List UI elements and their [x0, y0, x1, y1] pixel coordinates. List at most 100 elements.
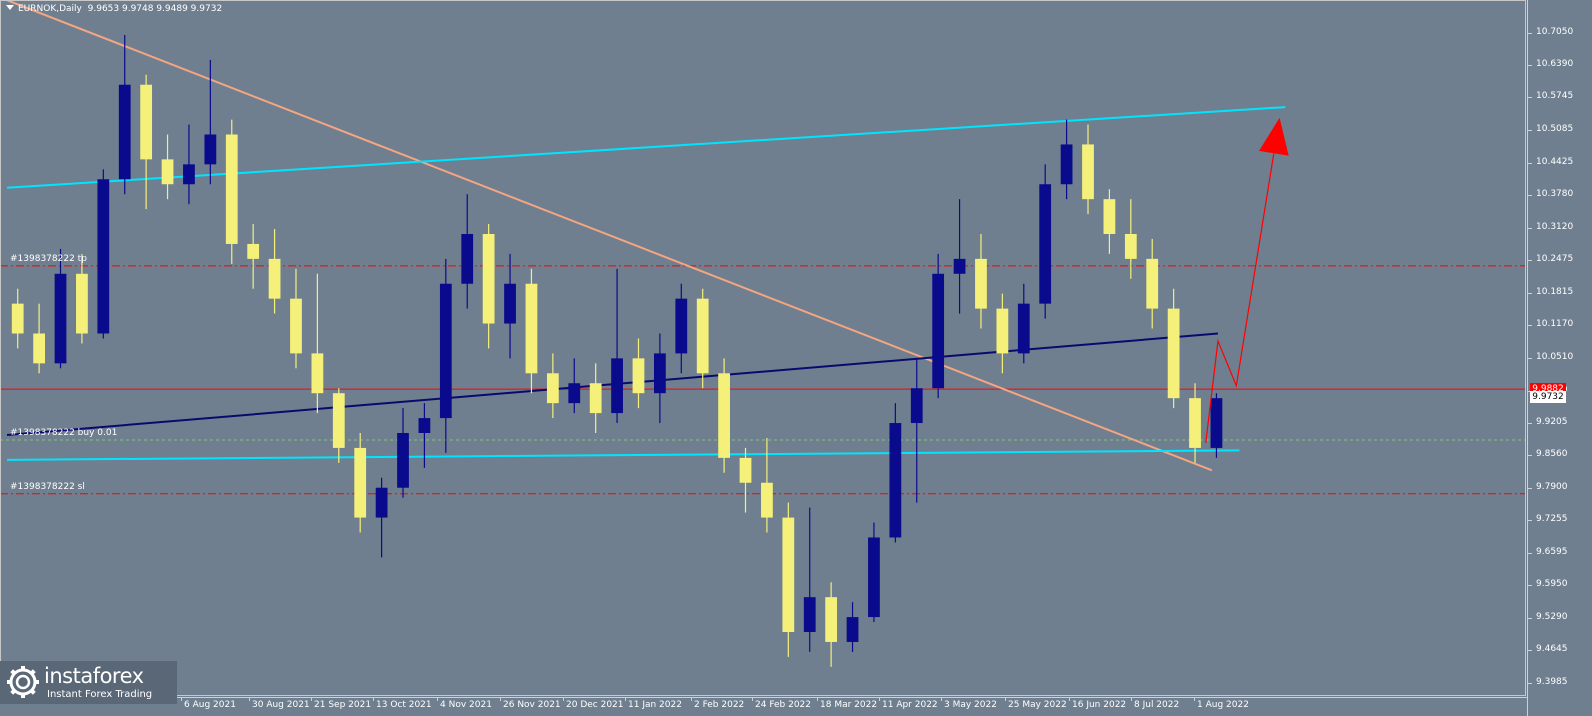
candle[interactable]	[803, 507, 816, 652]
candle[interactable]	[846, 602, 859, 652]
candle-body	[332, 393, 345, 448]
candle[interactable]	[546, 353, 559, 419]
candle[interactable]	[290, 268, 302, 369]
candle[interactable]	[825, 582, 838, 667]
candle[interactable]	[1146, 238, 1159, 329]
candle[interactable]	[504, 253, 516, 359]
candle[interactable]	[739, 447, 752, 513]
candle[interactable]	[183, 124, 195, 205]
candle[interactable]	[675, 283, 688, 374]
candle-body	[803, 597, 816, 633]
xtick-label: 24 Feb 2022	[755, 700, 812, 710]
xtick-label: 18 Mar 2022	[820, 700, 878, 710]
ytick-label: 10.4425	[1536, 157, 1574, 168]
ytick-mark	[1527, 325, 1532, 327]
candle[interactable]	[354, 432, 367, 533]
candle[interactable]	[1210, 393, 1223, 458]
chart-area[interactable]: EURNOK,Daily 9.9653 9.9748 9.9489 9.9732…	[0, 0, 1592, 716]
candle-body	[225, 134, 238, 244]
ytick-mark	[1527, 422, 1532, 424]
candle[interactable]	[611, 268, 623, 424]
candle[interactable]	[1017, 283, 1030, 364]
candle-body	[718, 373, 730, 458]
ytick-label: 9.4645	[1536, 643, 1568, 654]
ytick-mark	[1527, 65, 1532, 67]
logo-name: instaforex	[44, 664, 144, 688]
xtick-mark	[373, 697, 374, 701]
xtick-label: 6 Aug 2021	[184, 700, 236, 710]
candle[interactable]	[868, 522, 880, 623]
ytick-label: 9.8560	[1536, 448, 1568, 459]
candle[interactable]	[910, 358, 923, 503]
trendline-lower-channel[interactable]	[6, 449, 1240, 461]
candle[interactable]	[1060, 119, 1073, 200]
candle[interactable]	[568, 358, 581, 414]
xtick-label: 11 Apr 2022	[882, 700, 938, 710]
candle[interactable]	[653, 333, 666, 424]
ytick-mark	[1527, 617, 1532, 619]
candle[interactable]	[953, 199, 966, 314]
candle-body	[354, 447, 367, 518]
candle[interactable]	[247, 224, 260, 289]
triangle-down-icon	[6, 5, 14, 10]
ytick-mark	[1527, 454, 1532, 456]
candle-body	[825, 597, 838, 642]
candle[interactable]	[718, 358, 730, 473]
candle[interactable]	[97, 169, 110, 339]
candle[interactable]	[761, 437, 773, 533]
candle[interactable]	[54, 248, 67, 369]
trendline-downtrend-line[interactable]	[6, 0, 1213, 472]
candle[interactable]	[1082, 124, 1094, 215]
ytick-label: 9.7255	[1536, 513, 1568, 524]
candle[interactable]	[311, 273, 324, 414]
candle[interactable]	[118, 34, 131, 195]
candle[interactable]	[1103, 189, 1116, 254]
ytick-mark	[1527, 487, 1532, 489]
candle[interactable]	[375, 477, 388, 558]
candle[interactable]	[161, 134, 174, 200]
candle-body	[1103, 199, 1116, 234]
candle[interactable]	[461, 194, 474, 309]
candle[interactable]	[33, 303, 45, 374]
candle[interactable]	[397, 408, 409, 498]
candle[interactable]	[11, 288, 24, 349]
ytick-label: 10.0510	[1536, 351, 1574, 362]
candle[interactable]	[975, 233, 987, 329]
candle[interactable]	[418, 403, 431, 468]
xtick-mark	[563, 697, 564, 701]
candle[interactable]	[589, 363, 602, 433]
candle-body	[975, 258, 987, 309]
candle[interactable]	[525, 268, 538, 394]
candle[interactable]	[1124, 199, 1137, 279]
candle-body	[1146, 258, 1159, 309]
xtick-label: 21 Sep 2021	[314, 700, 372, 710]
ytick-label: 10.5745	[1536, 91, 1574, 102]
candle[interactable]	[932, 253, 945, 399]
xtick-mark	[1005, 697, 1006, 701]
candle-body	[482, 233, 495, 324]
candle[interactable]	[76, 253, 88, 344]
xtick-mark	[941, 697, 942, 701]
candle[interactable]	[439, 258, 452, 453]
candle[interactable]	[332, 388, 345, 463]
candle[interactable]	[1039, 164, 1052, 319]
candle[interactable]	[696, 288, 709, 389]
candle[interactable]	[482, 224, 495, 349]
candle[interactable]	[889, 403, 902, 543]
candle[interactable]	[268, 229, 281, 314]
candle-body	[11, 303, 24, 334]
xtick-label: 11 Jan 2022	[628, 700, 682, 710]
candle-body	[546, 373, 559, 404]
ytick-mark	[1527, 260, 1532, 262]
price-chart[interactable]	[0, 0, 1592, 716]
candle[interactable]	[140, 74, 153, 210]
candle[interactable]	[225, 119, 238, 264]
candle[interactable]	[1167, 288, 1180, 409]
candle[interactable]	[632, 338, 645, 409]
xtick-mark	[879, 697, 880, 701]
candle-body	[675, 298, 688, 354]
candle[interactable]	[782, 502, 795, 657]
horizontal-levels	[0, 265, 1526, 495]
candle[interactable]	[996, 293, 1009, 374]
candle-body	[183, 164, 195, 185]
